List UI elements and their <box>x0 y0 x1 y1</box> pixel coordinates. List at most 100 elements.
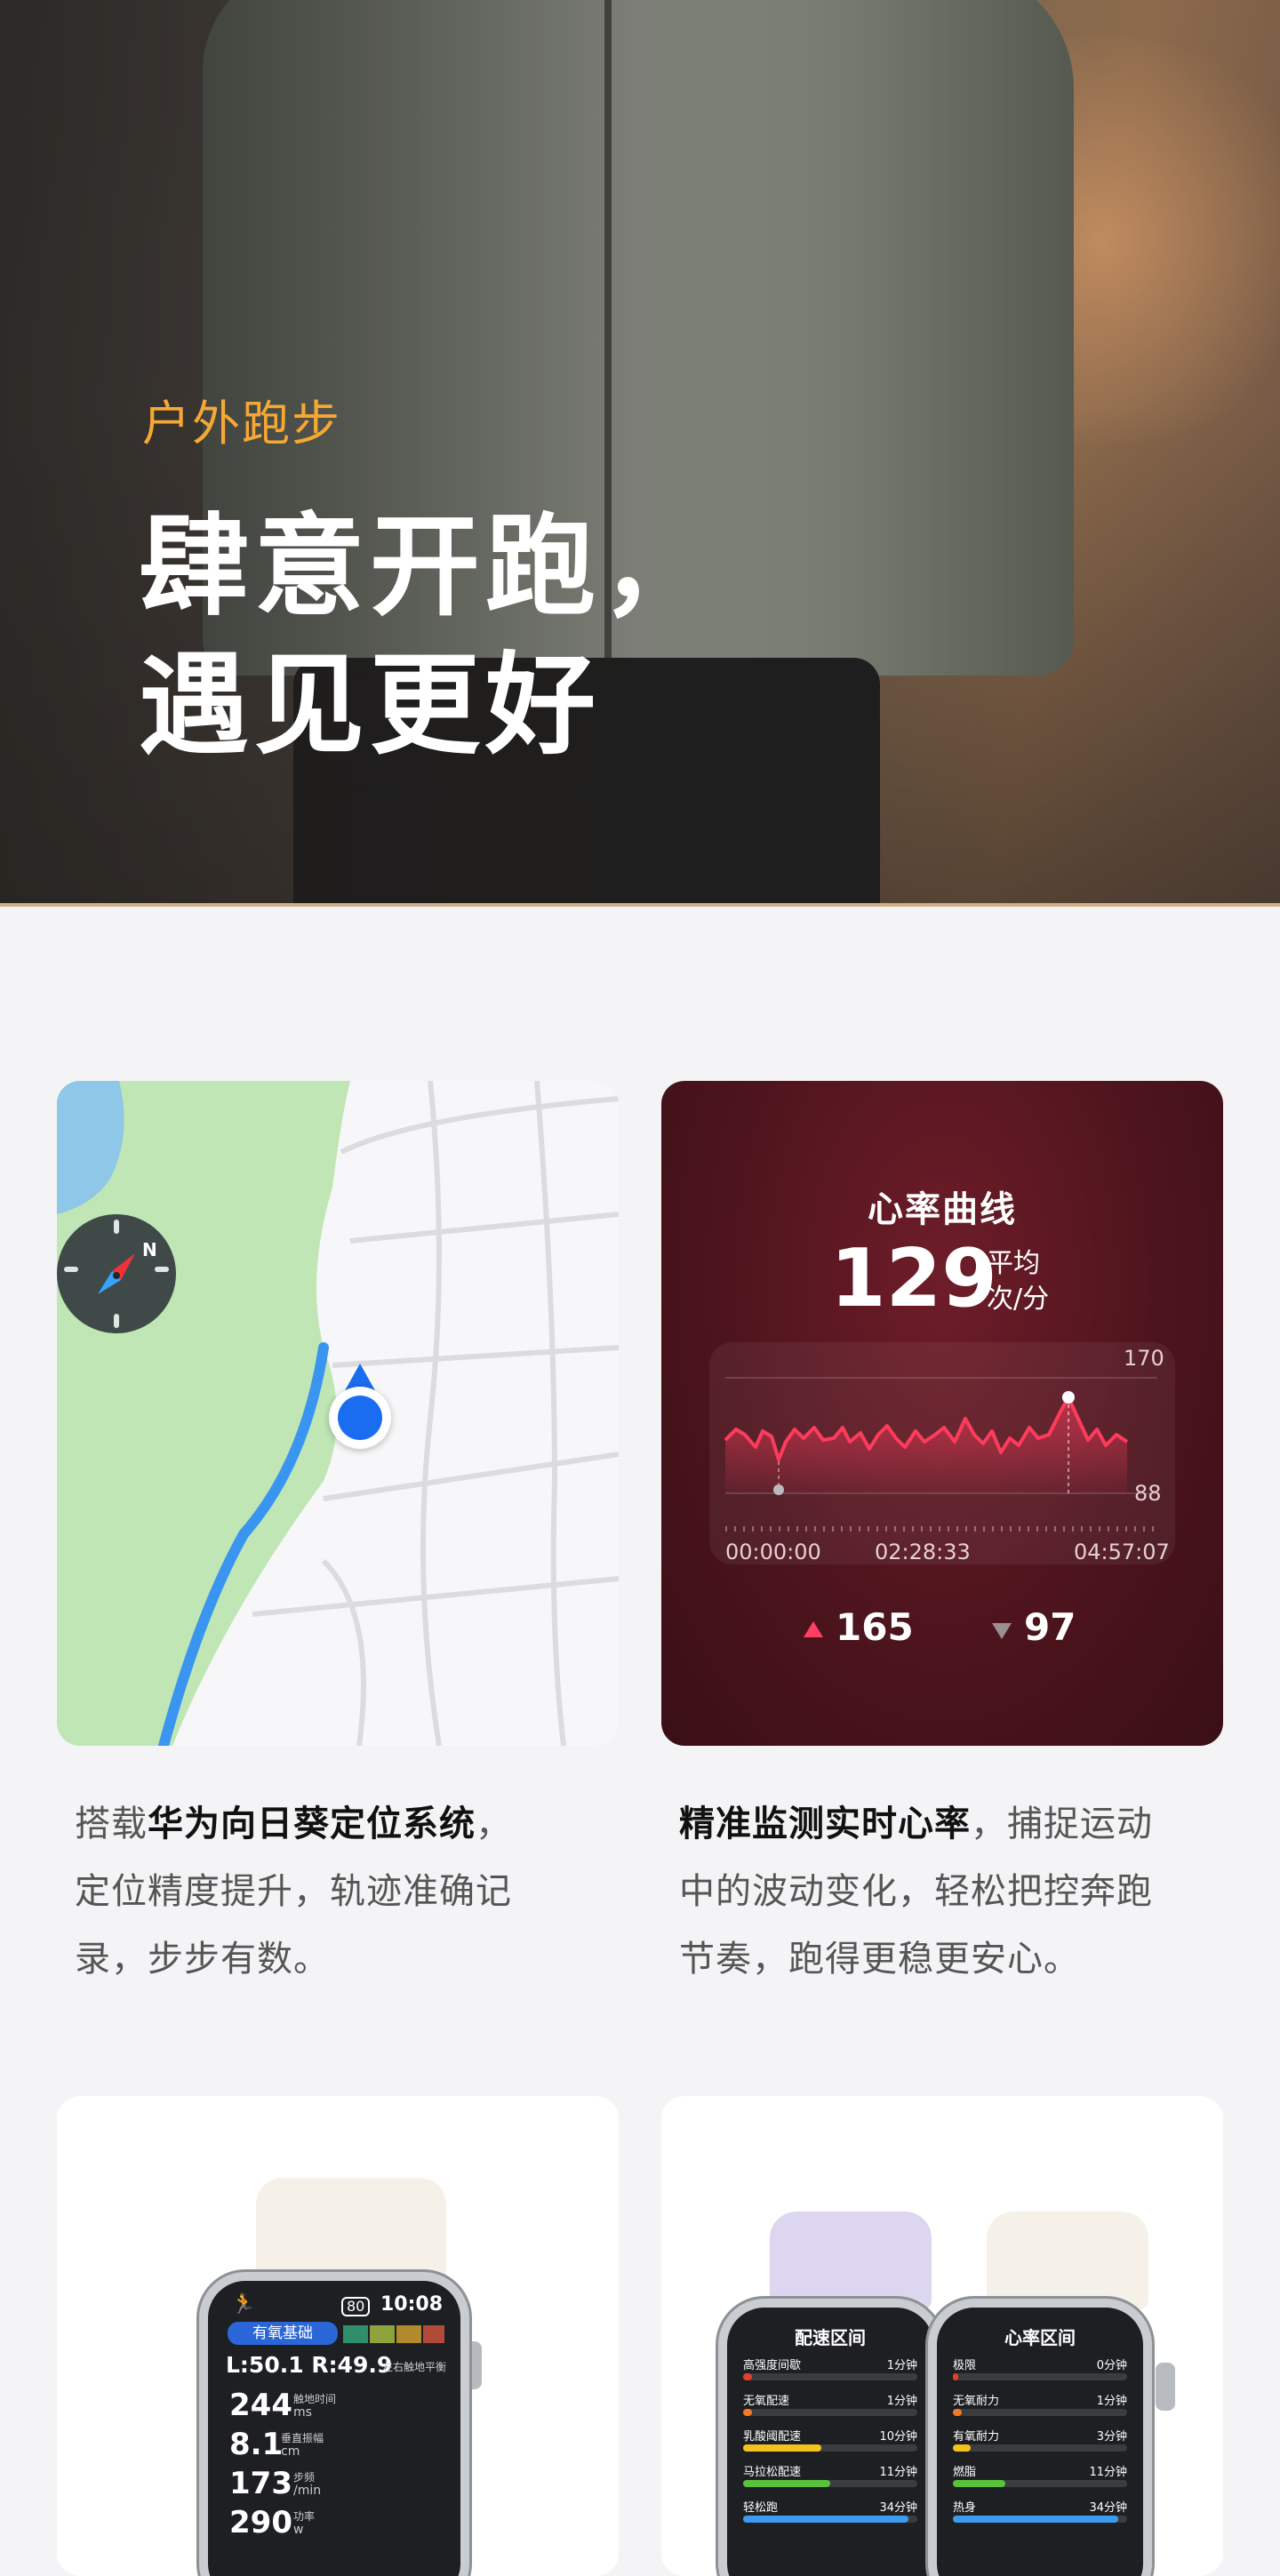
zone-time: 34分钟 <box>879 2501 917 2515</box>
gps-description-line-1: 搭载华为向日葵定位系统， <box>75 1790 608 1858</box>
metric-unit: ms <box>293 2405 312 2420</box>
heart-zones-screen: 心率区间 极限 0分钟 无氧耐力 1分钟 有氧耐力 3分钟 燃脂 11分钟 热身 34分钟 <box>928 2299 1152 2576</box>
metric-label: 步频 <box>293 2471 316 2484</box>
compass-north-label: N <box>142 1239 157 1260</box>
zone-bar-fill <box>743 2516 908 2523</box>
heart-rate-description-line-3: 节奏，跑得更稳更安心。 <box>679 1939 1080 1980</box>
heart-rate-average: 129 <box>830 1232 997 1325</box>
heart-rate-description-line-1: 精准监测实时心率，捕捉运动 <box>679 1790 1230 1858</box>
zone-bar-fill <box>743 2409 752 2416</box>
max-heart-rate-icon <box>804 1621 823 1637</box>
zone-time: 1分钟 <box>1096 2395 1127 2408</box>
zone-label: 轻松跑 <box>743 2501 779 2515</box>
zone-label: 马拉松配速 <box>743 2466 802 2479</box>
zone-label: 高强度间歇 <box>743 2359 802 2372</box>
map-card: N <box>57 1081 619 1746</box>
heart-rate-card: 心率曲线 129 平均 次/分 170 88 00:00:00 02:28:33… <box>661 1081 1223 1746</box>
zone-bar-track <box>953 2444 1127 2452</box>
min-heart-rate-icon <box>992 1623 1012 1639</box>
metric-unit: cm <box>281 2444 300 2459</box>
watch-band-image <box>770 2212 932 2309</box>
heart-rate-curve <box>709 1342 1175 1564</box>
min-heart-rate: 97 <box>1024 1605 1076 1649</box>
gps-description: 搭载华为向日葵定位系统， 定位精度提升，轨迹准确记 录，步步有数。 <box>75 1790 608 1993</box>
training-mode-badge: 有氧基础 <box>228 2322 338 2345</box>
zone-label: 无氧配速 <box>743 2395 790 2408</box>
heart-rate-title: 心率曲线 <box>868 1189 1017 1230</box>
gps-description-highlight: 华为向日葵定位系统 <box>148 1804 476 1844</box>
hero-title-line-1: 肆意开跑， <box>139 503 717 631</box>
zone-segment <box>423 2325 444 2343</box>
metric-unit: /min <box>293 2484 322 2498</box>
balance-label: 左右触地平衡 <box>382 2361 447 2373</box>
zone-time: 34分钟 <box>1089 2501 1127 2515</box>
zone-label: 热身 <box>953 2501 977 2515</box>
axis-max-label: 170 <box>1124 1346 1164 1371</box>
hero-banner: 户外跑步 肆意开跑， 遇见更好 <box>0 0 1280 907</box>
hero-tag: 户外跑步 <box>142 396 341 452</box>
average-label: 平均 <box>987 1248 1040 1279</box>
zone-bar-track <box>953 2373 1127 2380</box>
gps-description-prefix: 搭载 <box>75 1804 148 1844</box>
current-location-icon[interactable] <box>329 1387 391 1449</box>
zone-time: 1分钟 <box>886 2395 917 2408</box>
unit-label: 次/分 <box>987 1284 1050 1315</box>
zone-bar-track <box>743 2373 917 2380</box>
heart-rate-average-unit: 平均 次/分 <box>987 1246 1049 1317</box>
metric-value: 290 <box>229 2505 292 2540</box>
time-start-label: 00:00:00 <box>725 1540 821 1564</box>
zone-label: 燃脂 <box>953 2466 977 2479</box>
hero-divider <box>0 903 1280 907</box>
pace-zones-screen: 配速区间 高强度间歇 1分钟 无氧配速 1分钟 乳酸阈配速 10分钟 马拉松配速 11分钟 轻松… <box>718 2299 942 2576</box>
zone-label: 无氧耐力 <box>953 2395 1000 2408</box>
zone-time: 0分钟 <box>1096 2359 1127 2372</box>
time-mid-label: 02:28:33 <box>875 1540 971 1564</box>
heart-rate-chart: 170 88 00:00:00 02:28:33 04:57:07 <box>709 1342 1175 1564</box>
gps-description-line-3: 录，步步有数。 <box>75 1939 330 1980</box>
zone-bar-fill <box>953 2480 1005 2487</box>
balance-value: L:50.1 R:49.9 <box>226 2352 393 2378</box>
gps-description-line-2: 定位精度提升，轨迹准确记 <box>75 1871 512 1912</box>
zone-time: 3分钟 <box>1096 2430 1127 2444</box>
battery-icon: 80 <box>341 2297 371 2316</box>
zone-segment <box>396 2325 421 2343</box>
metric-value: 244 <box>229 2388 292 2423</box>
zone-bar-fill <box>953 2409 962 2416</box>
zone-bar-fill <box>953 2444 971 2452</box>
time-end-label: 04:57:07 <box>1074 1540 1170 1564</box>
zone-bar-fill <box>743 2480 830 2487</box>
watch-screen: 🏃 80 10:08 有氧基础 L:50.1 R:49.9 左右触地平衡 244… <box>199 2272 469 2576</box>
hero-title-line-2: 遇见更好 <box>139 642 602 770</box>
zone-segment <box>370 2325 395 2343</box>
running-icon: 🏃 <box>231 2293 256 2316</box>
watch-time: 10:08 <box>380 2293 444 2316</box>
heart-rate-description: 精准监测实时心率，捕捉运动 中的波动变化，轻松把控奔跑 节奏，跑得更稳更安心。 <box>679 1790 1230 1993</box>
zone-segment <box>343 2325 368 2343</box>
zone-time: 11分钟 <box>879 2466 917 2479</box>
metric-label: 功率 <box>293 2510 316 2523</box>
zones-watch-card: 配速区间 高强度间歇 1分钟 无氧配速 1分钟 乳酸阈配速 10分钟 马拉松配速 11分钟 轻松… <box>661 2096 1223 2576</box>
heart-rate-description-highlight: 精准监测实时心率 <box>679 1804 971 1844</box>
zone-bar-fill <box>953 2373 958 2380</box>
zone-label: 乳酸阈配速 <box>743 2430 802 2444</box>
running-metrics-watch-card: 🏃 80 10:08 有氧基础 L:50.1 R:49.9 左右触地平衡 244… <box>57 2096 619 2576</box>
heart-rate-description-rest: ，捕捉运动 <box>971 1804 1153 1844</box>
zone-bar-fill <box>743 2373 752 2380</box>
metric-label: 触地时间 <box>293 2393 337 2405</box>
max-heart-rate: 165 <box>836 1605 914 1649</box>
zone-bar-track <box>743 2409 917 2416</box>
gps-description-punct: ， <box>476 1804 512 1844</box>
heart-rate-description-line-2: 中的波动变化，轻松把控奔跑 <box>679 1871 1153 1912</box>
zone-time: 11分钟 <box>1089 2466 1127 2479</box>
zone-time: 10分钟 <box>879 2430 917 2444</box>
watch-crown <box>1156 2363 1175 2411</box>
heart-zones-title: 心率区间 <box>1004 2327 1076 2348</box>
zone-bar-fill <box>953 2516 1118 2523</box>
axis-min-label: 88 <box>1134 1481 1162 1506</box>
metric-value: 8.1 <box>229 2427 284 2462</box>
hero-title: 肆意开跑， 遇见更好 <box>139 498 716 775</box>
zone-time: 1分钟 <box>886 2359 917 2372</box>
zone-label: 有氧耐力 <box>953 2430 1000 2444</box>
zone-bar-fill <box>743 2444 821 2452</box>
compass-icon[interactable]: N <box>57 1214 176 1333</box>
